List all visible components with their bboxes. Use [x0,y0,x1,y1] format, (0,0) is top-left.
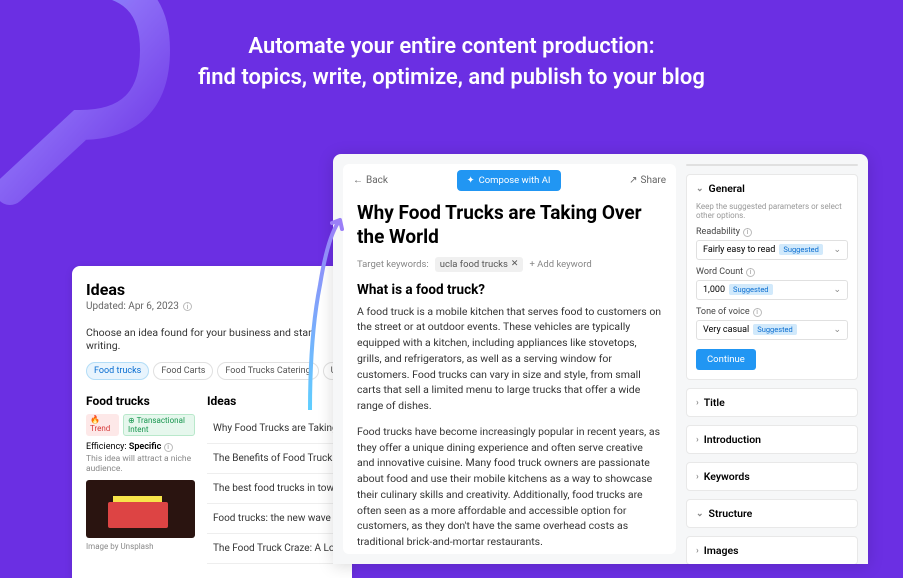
ideas-list-title: Ideas [207,394,338,408]
editor-panel: ←Back ✦Compose with AI ↗Share Why Food T… [333,154,868,564]
ideas-prompt: Choose an idea found for your business a… [86,326,338,352]
add-keyword-button[interactable]: + Add keyword [529,259,591,270]
chip-food-carts[interactable]: Food Carts [153,362,213,380]
paragraph[interactable]: A food truck is a mobile kitchen that se… [357,304,662,414]
intent-badge: ⊕ Transactional Intent [123,414,195,436]
info-icon[interactable]: i [743,228,752,237]
tone-label: Tone of voicei [696,307,848,317]
general-hint: Keep the suggested parameters or select … [696,202,848,220]
chip-catering[interactable]: Food Trucks Catering [217,362,318,380]
chevron-right-icon [696,472,699,482]
topic-chips: Food trucks Food Carts Food Trucks Cater… [86,362,338,380]
image-credit: Image by Unsplash [86,542,195,551]
chevron-down-icon [696,509,704,519]
article-title[interactable]: Why Food Trucks are Taking Over the Worl… [357,201,662,249]
chip-food-trucks[interactable]: Food trucks [86,362,149,380]
tone-select[interactable]: Very casualSuggested [696,320,848,340]
section-images[interactable]: Images [687,537,857,564]
chevron-right-icon [696,546,699,556]
wordcount-select[interactable]: 1,000Suggested [696,280,848,300]
sparkle-icon: ✦ [467,175,475,186]
idea-item[interactable]: Food trucks: the new wave [207,504,338,534]
section-structure[interactable]: Structure [687,500,857,527]
unsplash-link[interactable]: Unsplash [120,542,153,551]
keyword-tag[interactable]: ucla food trucks✕ [435,257,524,272]
readability-label: Readabilityi [696,227,848,237]
ideas-updated: Updated: Apr 6, 2023i [86,301,338,312]
chevron-down-icon [833,325,841,335]
tab-optimization[interactable]: ▣Optimization [772,165,857,166]
compose-ai-button[interactable]: ✦Compose with AI [457,170,561,191]
section-general[interactable]: General [687,175,857,202]
section-keywords[interactable]: Keywords [687,463,857,490]
bulb-icon: 💡 [698,165,709,166]
info-icon[interactable]: i [753,308,762,317]
chevron-right-icon [696,435,699,445]
idea-item[interactable]: Why Food Trucks are Taking [207,414,338,444]
share-icon: ↗ [629,175,637,186]
idea-item[interactable]: The Benefits of Food Truck [207,444,338,474]
tab-suggestions[interactable]: 💡Suggestions [687,165,772,166]
remove-keyword-icon[interactable]: ✕ [511,259,519,269]
continue-button[interactable]: Continue [696,349,756,370]
back-button[interactable]: ←Back [353,175,388,186]
wordcount-label: Word Counti [696,267,848,277]
chevron-down-icon [833,285,841,295]
target-icon: ▣ [783,165,792,166]
readability-select[interactable]: Fairly easy to readSuggested [696,240,848,260]
ideas-panel: Ideas Updated: Apr 6, 2023i Choose an id… [72,266,352,578]
section-title[interactable]: Title [687,389,857,416]
info-icon[interactable]: i [746,268,755,277]
topic-title: Food trucks [86,394,195,408]
section-introduction[interactable]: Introduction [687,426,857,453]
idea-thumbnail [86,480,195,538]
share-button[interactable]: ↗Share [629,175,666,186]
paragraph[interactable]: Food trucks have become increasingly pop… [357,424,662,550]
idea-item[interactable]: The best food trucks in tow [207,474,338,504]
trend-badge: 🔥 Trend [86,414,119,436]
keyword-row: Target keywords: ucla food trucks✕ + Add… [357,257,662,272]
hero-heading: Automate your entire content production:… [0,32,903,94]
chevron-down-icon [833,245,841,255]
idea-item[interactable]: The Food Truck Craze: A Lo [207,534,338,564]
side-panel: 💡Suggestions ▣Optimization General Keep … [686,164,858,554]
efficiency: Efficiency: Specific i [86,442,195,452]
audience-note: This idea will attract a niche audience. [86,454,195,474]
ideas-title: Ideas [86,280,338,299]
section-heading[interactable]: What is a food truck? [357,282,662,298]
back-arrow-icon: ← [353,175,363,186]
chevron-down-icon [696,184,704,194]
chevron-right-icon [696,398,699,408]
